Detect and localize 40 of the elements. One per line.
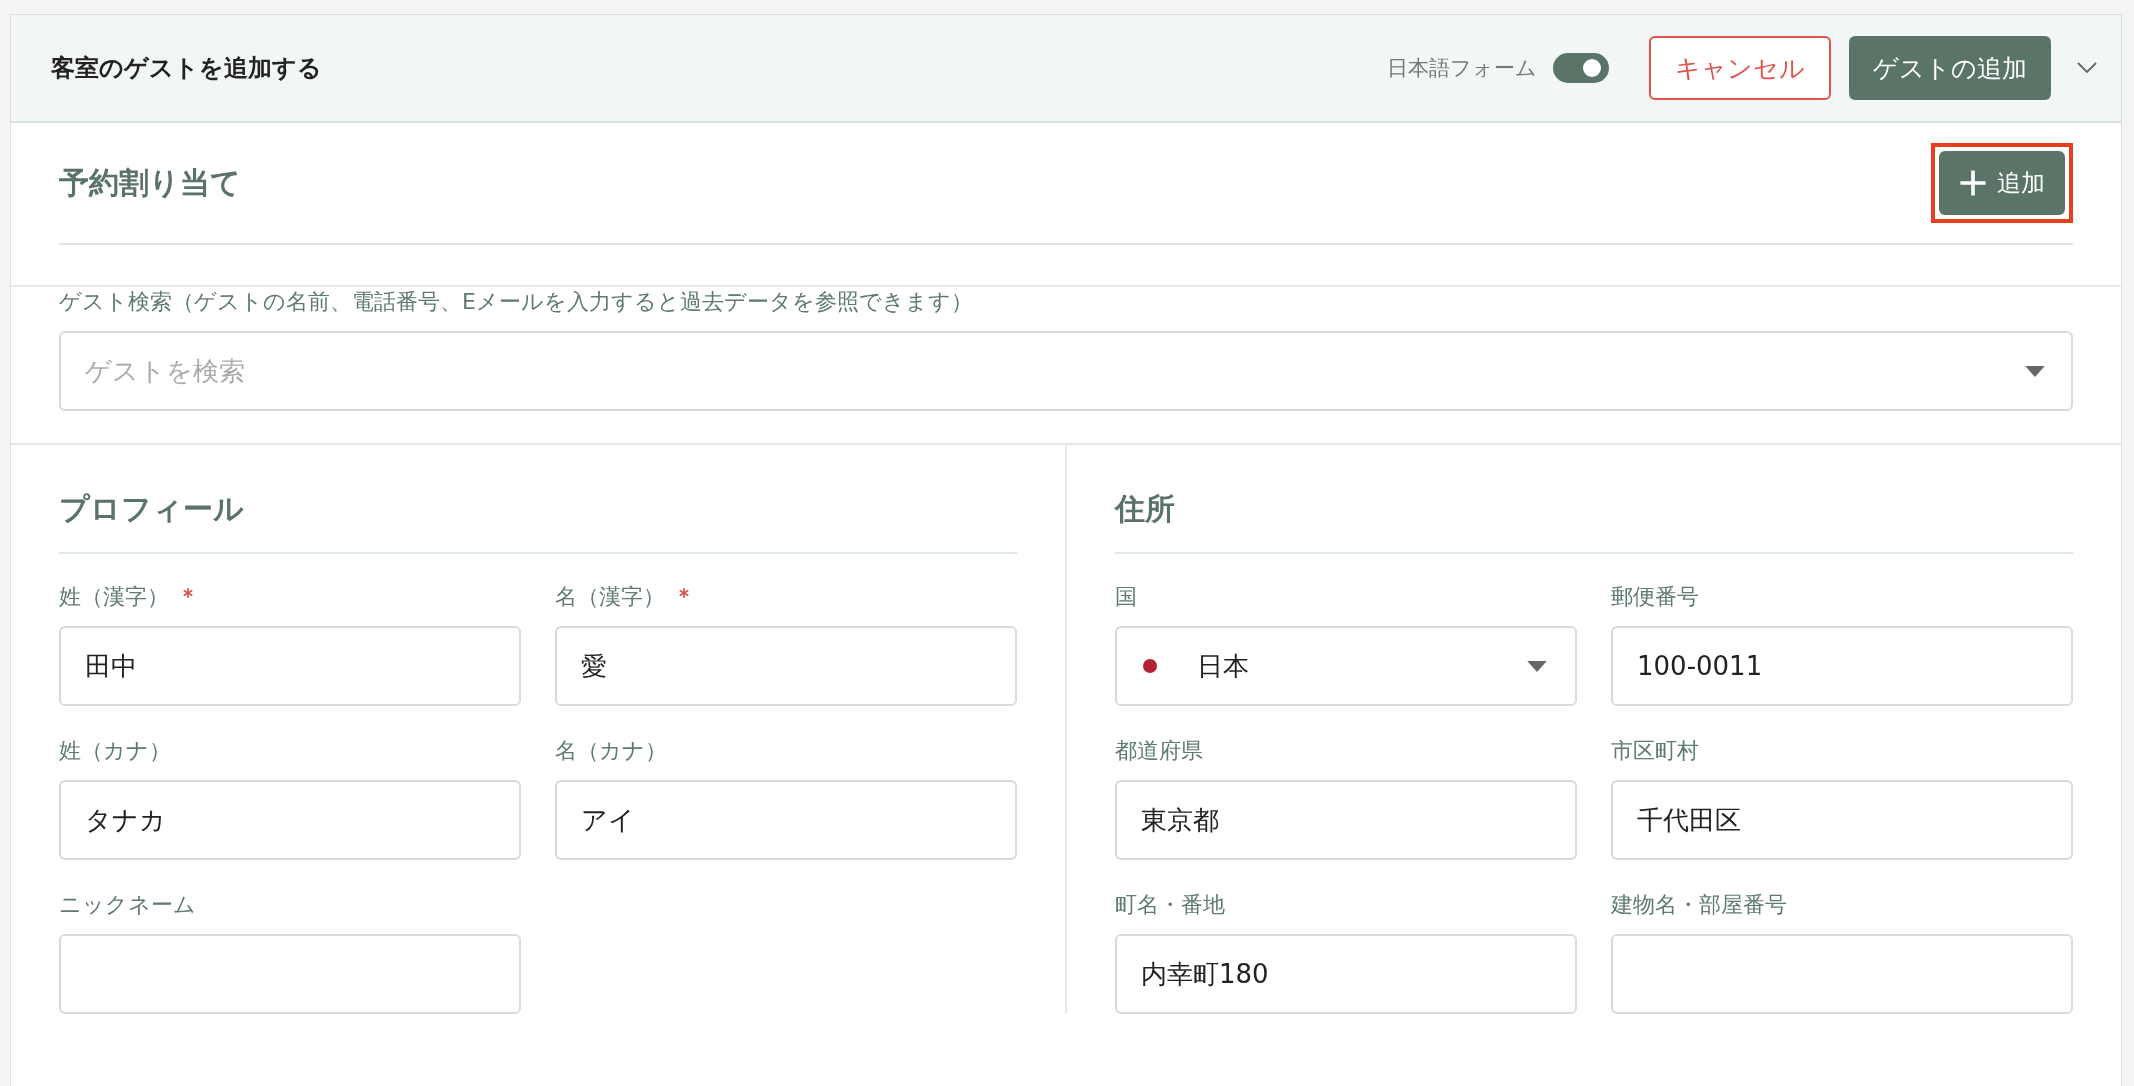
add-guest-button[interactable]: ゲストの追加 (1849, 36, 2051, 100)
text-field[interactable]: アイ (555, 780, 1017, 860)
field-label: 建物名・部屋番号 (1611, 891, 1788, 919)
language-toggle[interactable] (1553, 53, 1609, 83)
field-label: ゲスト検索（ゲストの名前、電話番号、Eメールを入力すると過去データを参照できます） (59, 288, 974, 316)
field-label: 姓（漢字） (59, 583, 169, 611)
section-heading: 住所 (1115, 489, 2073, 554)
guest-search-field[interactable]: ゲストを検索 (59, 331, 2073, 411)
field-label: 姓（カナ） (59, 737, 171, 765)
field-label: ニックネーム (59, 891, 196, 919)
text-field[interactable] (1611, 934, 2073, 1014)
section-heading: 予約割り当て (59, 163, 241, 202)
text-field[interactable]: タナカ (59, 780, 521, 860)
field-label: 都道府県 (1115, 737, 1204, 765)
text-field[interactable]: 内幸町180 (1115, 934, 1577, 1014)
text-field[interactable]: 愛 (555, 626, 1017, 706)
country-select[interactable]: 日本 (1115, 626, 1577, 706)
toggle-label: 日本語フォーム (1387, 55, 1537, 82)
required-asterisk-icon (183, 588, 193, 598)
field-label: 市区町村 (1611, 737, 1700, 765)
field-label: 名（漢字） (555, 583, 665, 611)
add-button[interactable]: 追加 (1939, 151, 2065, 215)
form-title: 客室のゲストを追加する (51, 53, 322, 84)
field-label: 名（カナ） (555, 737, 667, 765)
dropdown-arrow-icon (1527, 660, 1547, 672)
field-label: 町名・番地 (1115, 891, 1226, 919)
text-field[interactable]: 田中 (59, 626, 521, 706)
flag-icon (1143, 659, 1157, 673)
field-label: 国 (1115, 583, 1138, 611)
text-field[interactable]: 東京都 (1115, 780, 1577, 860)
chevron-down-icon[interactable] (2077, 62, 2097, 74)
text-field[interactable] (59, 934, 521, 1014)
section-heading: プロフィール (59, 489, 1017, 554)
required-asterisk-icon (679, 588, 689, 598)
dropdown-arrow-icon[interactable] (2025, 366, 2045, 377)
cancel-button[interactable]: キャンセル (1649, 36, 1831, 100)
text-field[interactable]: 千代田区 (1611, 780, 2073, 860)
plus-icon (1959, 169, 1987, 197)
field-label: 郵便番号 (1611, 583, 1700, 611)
text-field[interactable]: 100-0011 (1611, 626, 2073, 706)
